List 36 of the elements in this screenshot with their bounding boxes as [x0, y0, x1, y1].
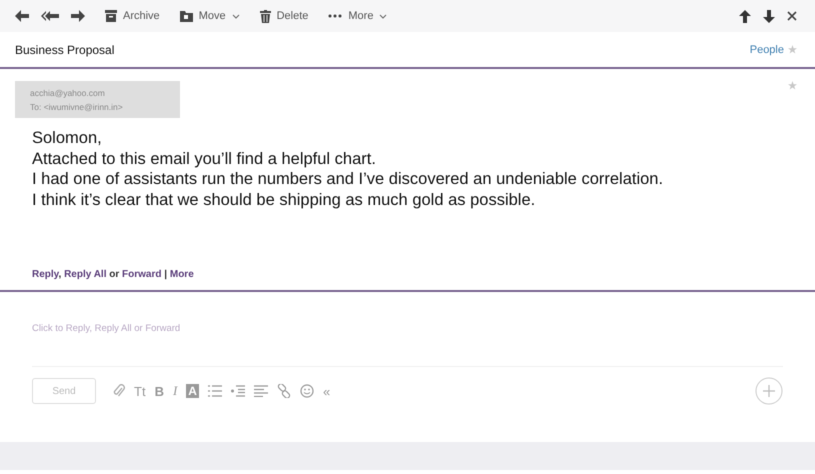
email-subject: Business Proposal — [15, 42, 114, 56]
link-icon[interactable] — [276, 384, 291, 398]
reply-option-link[interactable]: Reply — [32, 269, 58, 280]
toolbar-button[interactable]: Archive — [105, 10, 160, 22]
toolbar-button[interactable]: Delete — [260, 10, 308, 22]
reply-arrow-icon[interactable] — [15, 10, 29, 22]
trash-icon — [260, 10, 271, 22]
folder-icon — [180, 10, 193, 22]
sender-email: acchia@yahoo.com — [30, 88, 106, 98]
star-icon[interactable] — [788, 45, 797, 54]
toolbar-button[interactable]: Move — [180, 10, 240, 22]
close-icon[interactable] — [787, 11, 797, 21]
reply-option-link[interactable]: Forward — [122, 269, 162, 280]
paperclip-icon[interactable] — [113, 383, 125, 399]
people-link[interactable]: People — [750, 44, 784, 56]
archive-box-icon — [105, 10, 117, 22]
star-icon[interactable] — [788, 81, 797, 90]
recipient-email: To: <iwumivne@irinn.in> — [30, 102, 124, 112]
dots-icon — [328, 14, 342, 18]
message-line: I had one of assistants run the numbers and I’ve discovered an undeniable correlation. — [32, 169, 664, 190]
message-line: I think it’s clear that we should be shipping as much gold as possible. — [32, 190, 536, 210]
bullet-list-icon[interactable] — [208, 385, 222, 397]
message-line: Solomon, — [32, 128, 103, 148]
plus-icon[interactable] — [755, 377, 783, 405]
message-line: Attached to this email you’ll find a helpful chart. — [32, 148, 377, 169]
double-arrow-icon[interactable] — [41, 10, 59, 22]
toolbar-button[interactable]: More — [328, 10, 388, 22]
smiley-icon[interactable] — [300, 384, 314, 398]
align-icon[interactable] — [254, 385, 268, 397]
forward-arrow-icon[interactable] — [71, 10, 85, 22]
reply-options-text: Reply, Reply All or Forward | More — [0, 268, 815, 292]
indent-icon[interactable] — [230, 385, 245, 397]
reply-option-link[interactable]: Reply All — [64, 269, 106, 280]
reply-option-link[interactable]: More — [170, 269, 194, 280]
up-arrow-icon[interactable] — [739, 10, 751, 22]
down-arrow-icon[interactable] — [763, 10, 775, 22]
